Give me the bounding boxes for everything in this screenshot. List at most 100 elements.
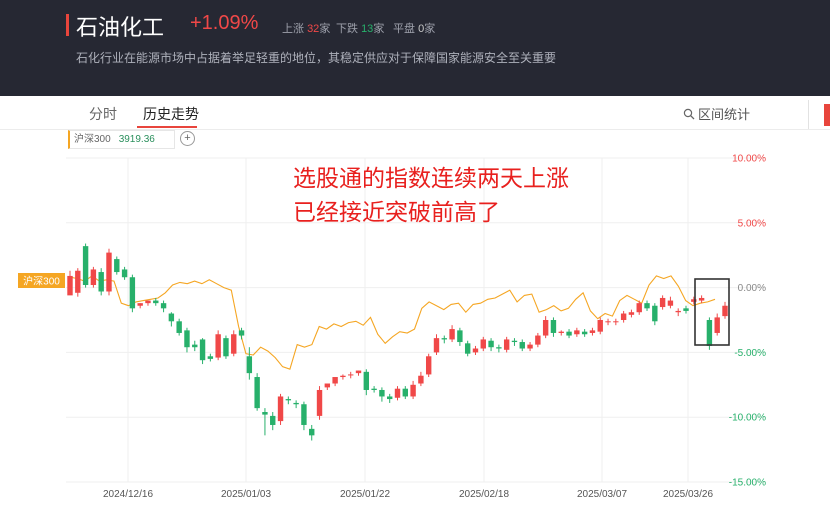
candle-body <box>449 329 455 340</box>
candle-body <box>574 330 580 335</box>
candle-body <box>192 344 198 348</box>
candle-body <box>371 388 377 390</box>
candle-body <box>106 252 112 292</box>
candle-body <box>114 259 120 273</box>
annotation-line: 选股通的指数连续两天上涨 <box>293 166 569 192</box>
candle-body <box>418 375 424 384</box>
candle-body <box>316 389 323 416</box>
candle-body <box>199 339 206 361</box>
candle-body <box>129 277 136 309</box>
candle-body <box>238 330 245 336</box>
annotation-text: 选股通的指数连续两天上涨已经接近突破前高了 <box>293 166 569 226</box>
candle-body <box>402 388 408 397</box>
candle-body <box>121 269 128 278</box>
candle-body <box>340 375 346 378</box>
candle-body <box>153 300 159 304</box>
candle-body <box>176 321 182 333</box>
candle-body <box>324 383 331 388</box>
candle-body <box>722 305 728 317</box>
candle-body <box>636 303 642 313</box>
candle-body <box>285 399 292 401</box>
candle-body <box>511 340 518 343</box>
candle-body <box>628 312 635 315</box>
candle-body <box>137 303 143 306</box>
candle-body <box>160 303 167 309</box>
candle-body <box>441 338 447 340</box>
candle-body <box>75 270 81 293</box>
x-tick-label: 2025/01/03 <box>221 489 271 500</box>
candle-body <box>472 348 479 353</box>
candle-body <box>98 272 104 292</box>
candle-body <box>714 317 720 333</box>
candle-body <box>480 339 486 349</box>
candles-layer <box>67 243 728 441</box>
candle-body <box>246 356 253 374</box>
candle-body <box>410 384 416 397</box>
candle-body <box>332 377 338 384</box>
candle-body <box>168 313 175 322</box>
candle-body <box>659 297 666 308</box>
candle-body <box>535 335 541 345</box>
candle-body <box>231 334 237 354</box>
x-tick-label: 2025/03/26 <box>663 489 713 500</box>
candle-body <box>644 303 650 309</box>
candle-body <box>262 412 268 415</box>
candle-body <box>254 377 260 409</box>
candle-body <box>464 343 471 354</box>
y-tick-label: 0.00% <box>738 283 766 294</box>
candle-body <box>589 330 596 333</box>
candle-body <box>379 389 385 397</box>
candle-body <box>542 320 549 336</box>
candle-body <box>597 320 603 332</box>
benchmark-line-layer <box>69 275 716 370</box>
y-tick-label: -5.00% <box>734 348 766 359</box>
candle-body <box>348 374 354 376</box>
candle-body <box>355 370 362 374</box>
x-tick-label: 2024/12/16 <box>103 489 153 500</box>
candle-body <box>496 347 502 349</box>
candle-body <box>652 305 658 322</box>
candle-body <box>706 320 713 346</box>
benchmark-line <box>69 275 716 370</box>
price-chart[interactable]: 10.00% 5.00% 0.00% -5.00% -10.00% -15.00% 2024… <box>0 0 830 514</box>
x-tick-label: 2025/01/22 <box>340 489 390 500</box>
candle-body <box>558 331 564 333</box>
candle-body <box>581 331 588 335</box>
x-tick-label: 2025/03/07 <box>577 489 627 500</box>
candle-body <box>387 396 393 400</box>
x-tick-label: 2025/02/18 <box>459 489 509 500</box>
candle-body <box>309 428 315 436</box>
candle-body <box>67 275 73 296</box>
candle-body <box>683 308 689 311</box>
candle-body <box>277 396 284 422</box>
candle-body <box>425 356 432 375</box>
candle-body <box>90 269 97 286</box>
candle-body <box>667 300 674 306</box>
candle-body <box>457 330 463 343</box>
y-tick-label: -10.00% <box>729 413 766 424</box>
candle-body <box>207 356 214 359</box>
candle-body <box>613 321 619 323</box>
candle-body <box>223 338 229 357</box>
candle-body <box>145 300 151 304</box>
candle-body <box>293 402 299 405</box>
candle-body <box>270 415 276 425</box>
candle-body <box>675 310 681 313</box>
candle-body <box>605 321 611 323</box>
candle-body <box>527 344 533 349</box>
candle-body <box>620 313 627 320</box>
candle-body <box>82 246 89 286</box>
candle-body <box>566 331 572 336</box>
candle-body <box>519 342 525 349</box>
y-tick-label: 10.00% <box>732 154 766 165</box>
candle-body <box>503 339 510 350</box>
candle-body <box>433 338 440 353</box>
candle-body <box>488 340 494 348</box>
series-tag: 沪深300 <box>23 275 60 288</box>
y-tick-label: -15.00% <box>729 478 766 489</box>
candle-body <box>215 334 221 358</box>
candle-body <box>184 330 190 348</box>
candle-body <box>550 320 557 333</box>
candle-body <box>698 297 705 301</box>
candle-body <box>394 388 401 398</box>
